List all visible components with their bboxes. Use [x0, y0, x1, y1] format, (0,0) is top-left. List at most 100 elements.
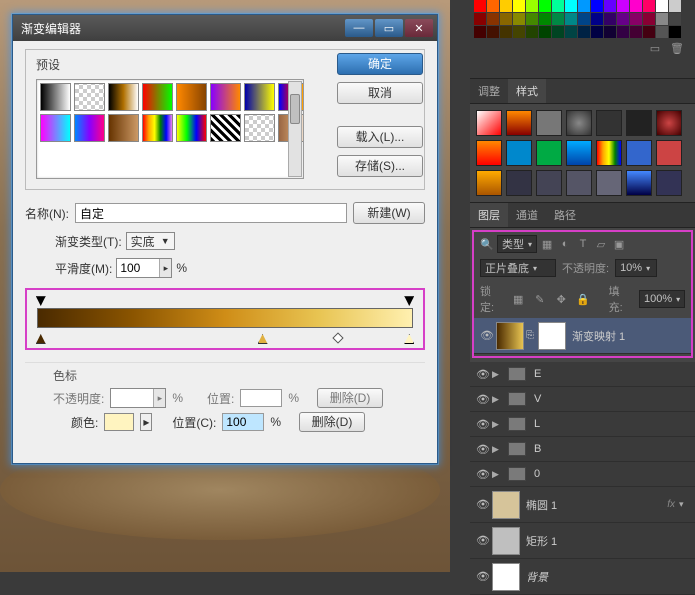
swatch[interactable] [526, 13, 538, 25]
layer-thumb[interactable] [492, 527, 520, 555]
visibility-icon[interactable]: 👁 [474, 534, 492, 547]
style-preset[interactable] [536, 110, 562, 136]
filter-type-icon[interactable]: T [575, 236, 591, 252]
color-stop[interactable] [36, 334, 46, 344]
layer-opacity-input[interactable]: 10% ▾ [615, 259, 657, 277]
style-preset[interactable] [566, 140, 592, 166]
style-preset[interactable] [626, 110, 652, 136]
layer-row-group[interactable]: 👁 ▶ E [470, 362, 695, 387]
gradient-ramp[interactable] [37, 304, 413, 334]
style-preset[interactable] [536, 140, 562, 166]
preset-swatch[interactable] [142, 114, 173, 142]
layer-name[interactable]: E [534, 368, 691, 380]
swatch[interactable] [617, 26, 629, 38]
maximize-button[interactable]: ▭ [375, 19, 403, 37]
preset-swatch[interactable] [108, 114, 139, 142]
close-button[interactable]: ✕ [405, 19, 433, 37]
lock-all-icon[interactable]: 🔒 [575, 291, 591, 307]
layer-name[interactable]: 矩形 1 [526, 533, 691, 549]
visibility-icon[interactable]: 👁 [474, 443, 492, 456]
fx-badge[interactable]: fx [667, 499, 675, 510]
preset-swatch[interactable] [108, 83, 139, 111]
style-preset[interactable] [476, 170, 502, 196]
layers-tab[interactable]: 图层 [470, 203, 508, 227]
swatch[interactable] [500, 26, 512, 38]
fx-collapse-icon[interactable]: ▾ [679, 499, 691, 510]
swatch[interactable] [552, 0, 564, 12]
collapse-icon[interactable]: ▶ [492, 444, 504, 455]
swatch[interactable] [513, 26, 525, 38]
swatch[interactable] [630, 13, 642, 25]
style-preset[interactable] [566, 170, 592, 196]
swatch[interactable] [630, 26, 642, 38]
swatch[interactable] [474, 13, 486, 25]
preset-swatch[interactable] [74, 114, 105, 142]
swatch[interactable] [604, 26, 616, 38]
swatch[interactable] [539, 13, 551, 25]
smoothness-stepper[interactable]: ▸ [159, 259, 171, 277]
layer-name[interactable]: 椭圆 1 [526, 497, 667, 513]
filter-adjust-icon[interactable]: ◐ [557, 236, 573, 252]
layer-row-group[interactable]: 👁 ▶ 0 [470, 462, 695, 487]
preset-swatch[interactable] [74, 83, 105, 111]
swatch[interactable] [565, 0, 577, 12]
search-icon[interactable]: 🔍 [479, 236, 495, 252]
adjustment-thumb[interactable] [496, 322, 524, 350]
delete-color-stop[interactable]: 删除(D) [299, 412, 365, 432]
preset-swatch-grid[interactable] [36, 79, 304, 179]
style-preset[interactable] [506, 170, 532, 196]
style-preset[interactable] [626, 140, 652, 166]
styles-grid[interactable] [476, 110, 689, 196]
swatch[interactable] [643, 26, 655, 38]
color-position-input[interactable] [222, 413, 264, 431]
paths-tab[interactable]: 路径 [546, 203, 584, 227]
swatch[interactable] [669, 26, 681, 38]
style-preset[interactable] [596, 170, 622, 196]
gradient-bar[interactable] [37, 308, 413, 328]
layer-thumb[interactable] [492, 491, 520, 519]
swatch[interactable] [669, 13, 681, 25]
preset-swatch[interactable] [176, 83, 207, 111]
layer-row-group[interactable]: 👁 ▶ V [470, 387, 695, 412]
delete-swatch-icon[interactable]: 🗑 [669, 40, 685, 56]
swatch[interactable] [552, 13, 564, 25]
swatch[interactable] [669, 0, 681, 12]
swatch[interactable] [604, 13, 616, 25]
swatch[interactable] [578, 26, 590, 38]
collapse-icon[interactable]: ▶ [492, 394, 504, 405]
layer-name[interactable]: V [534, 393, 691, 405]
filter-pixel-icon[interactable]: ▦ [539, 236, 555, 252]
fill-input[interactable]: 100% ▾ [639, 290, 685, 308]
swatch[interactable] [565, 26, 577, 38]
channels-tab[interactable]: 通道 [508, 203, 546, 227]
layer-row-group[interactable]: 👁 ▶ B [470, 437, 695, 462]
style-preset[interactable] [506, 110, 532, 136]
swatch[interactable] [526, 0, 538, 12]
adjustments-tab[interactable]: 调整 [470, 79, 508, 103]
style-preset[interactable] [656, 140, 682, 166]
minimize-button[interactable]: — [345, 19, 373, 37]
color-chip[interactable] [104, 413, 134, 431]
swatch[interactable] [474, 26, 486, 38]
layer-row-group[interactable]: 👁 ▶ L [470, 412, 695, 437]
swatch[interactable] [474, 0, 486, 12]
style-preset[interactable] [506, 140, 532, 166]
layer-row-gradient-map[interactable]: 👁 ⎘ 渐变映射 1 [474, 318, 691, 354]
swatch[interactable] [591, 26, 603, 38]
swatch[interactable] [630, 0, 642, 12]
save-button[interactable]: 存储(S)... [337, 155, 423, 177]
swatch[interactable] [513, 13, 525, 25]
swatch[interactable] [591, 13, 603, 25]
lock-transparency-icon[interactable]: ▦ [510, 291, 526, 307]
swatch[interactable] [643, 13, 655, 25]
layer-name[interactable]: L [534, 418, 691, 430]
visibility-icon[interactable]: 👁 [474, 418, 492, 431]
lock-pixels-icon[interactable]: ✎ [532, 291, 548, 307]
swatch[interactable] [643, 0, 655, 12]
filter-smart-icon[interactable]: ▣ [611, 236, 627, 252]
swatch[interactable] [565, 13, 577, 25]
visibility-icon[interactable]: 👁 [478, 329, 496, 342]
layer-thumb[interactable] [492, 563, 520, 591]
swatch[interactable] [656, 0, 668, 12]
opacity-stop[interactable] [36, 296, 46, 306]
